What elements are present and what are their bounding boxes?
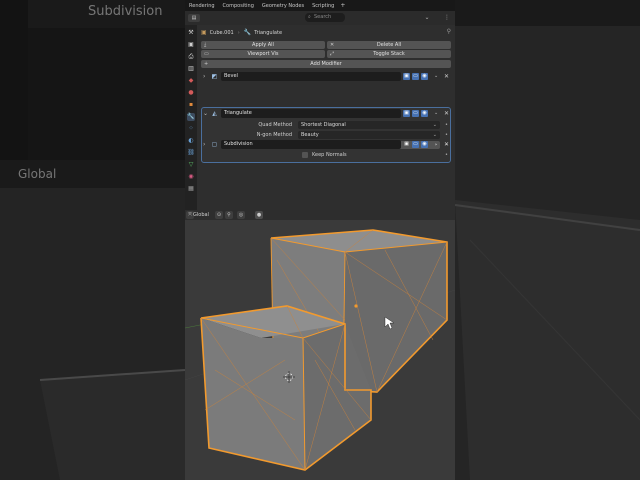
remove-modifier-icon[interactable]: ✕ <box>444 109 449 118</box>
world-tab-icon[interactable]: ● <box>187 89 195 97</box>
mesh-view <box>185 229 455 471</box>
pin-icon[interactable]: ⚲ <box>447 28 451 35</box>
edit-mode-toggle-icon[interactable]: ▣ <box>403 110 410 117</box>
triangulate-icon: ◭ <box>212 110 217 117</box>
modifier-name-field[interactable]: Bevel <box>221 72 401 81</box>
search-placeholder: Search <box>314 14 332 20</box>
modifier-subdivision[interactable]: › ▢ Subdivision ▣ ▭ ◉ ⌄ ✕ <box>201 140 451 149</box>
quad-method-label: Quad Method <box>258 122 292 128</box>
texture-tab-icon[interactable]: ▦ <box>187 185 195 193</box>
active-modifier-name: Triangulate <box>254 29 283 36</box>
close-icon: ✕ <box>330 42 335 48</box>
viewport-header: ⤧ Global ⊙ ⚲ ◎ ● <box>185 210 455 220</box>
modifier-properties-panel: ▣ Cube.001 › 🔧 Triangulate ⚲ ⤓ Apply All… <box>197 25 455 210</box>
subdivision-icon: ▢ <box>211 141 218 148</box>
options-icon[interactable]: ⌄ <box>423 14 431 22</box>
proportional-edit-icon[interactable]: ◎ <box>237 211 245 219</box>
blender-window: Rendering Compositing Geometry Nodes Scr… <box>185 0 455 480</box>
cube-icon: ▣ <box>201 29 207 36</box>
tab-compositing[interactable]: Compositing <box>219 3 258 9</box>
viewport-vis-button[interactable]: ▭ Viewport Vis <box>201 50 325 58</box>
snap-icon[interactable]: ⚲ <box>225 211 233 219</box>
pivot-icon[interactable]: ⊙ <box>215 211 223 219</box>
view-layer-tab-icon[interactable]: ▥ <box>187 65 195 73</box>
add-workspace-button[interactable]: + <box>338 2 347 9</box>
workspace-tabs: Rendering Compositing Geometry Nodes Scr… <box>185 0 455 11</box>
editor-type-button[interactable]: ▤ <box>188 14 200 22</box>
keep-normals-label: Keep Normals <box>312 152 347 158</box>
scene-tab-icon[interactable]: ◆ <box>187 77 195 85</box>
modifier-tab-icon[interactable]: 🔧 <box>187 113 195 121</box>
quad-method-dropdown[interactable]: Shortest Diagonal ⌄ <box>298 121 440 129</box>
3d-viewport[interactable]: ⤧ Global ⊙ ⚲ ◎ ● <box>185 210 455 480</box>
viewport-toggle-icon[interactable]: ▭ <box>412 141 419 148</box>
keyframe-dot-icon[interactable]: • <box>445 152 448 158</box>
ngon-method-dropdown[interactable]: Beauty ⌄ <box>298 131 440 139</box>
viewport-toggle-icon[interactable]: ▭ <box>412 110 419 117</box>
tool-tab-icon[interactable]: ⚒ <box>187 29 195 37</box>
properties-header: ▤ ⌕ Search ⌄ ⋮ <box>185 11 455 25</box>
expand-chevron-icon[interactable]: › <box>203 72 205 81</box>
edit-mode-toggle-icon[interactable]: ▣ <box>403 141 410 148</box>
plus-icon: + <box>204 61 209 67</box>
particles-tab-icon[interactable]: ⁘ <box>187 125 195 133</box>
more-icon[interactable]: ⋮ <box>443 14 451 22</box>
bevel-icon: ◩ <box>211 73 218 80</box>
apply-icon: ⤓ <box>204 42 207 48</box>
ngon-method-label: N-gon Method <box>256 132 292 138</box>
wrench-icon: 🔧 <box>243 29 252 36</box>
context-breadcrumb: ▣ Cube.001 › 🔧 Triangulate <box>201 29 283 36</box>
expand-icon: ⤢ <box>330 51 335 57</box>
object-name: Cube.001 <box>209 29 234 36</box>
search-input[interactable]: ⌕ Search <box>305 13 345 22</box>
constraints-tab-icon[interactable]: ⛓ <box>187 149 195 157</box>
tab-scripting[interactable]: Scripting <box>308 3 338 9</box>
modifier-bevel[interactable]: › ◩ Bevel ▣ ▭ ◉ ⌄ ✕ <box>201 72 451 81</box>
tab-geometry-nodes[interactable]: Geometry Nodes <box>258 3 308 9</box>
modifier-name-field[interactable]: Subdivision <box>221 140 401 149</box>
keyframe-dot-icon[interactable]: • <box>445 132 448 138</box>
viewport-toggle-icon[interactable]: ▭ <box>412 73 419 80</box>
delete-all-button[interactable]: ✕ Delete All <box>327 41 451 49</box>
expand-chevron-icon[interactable]: › <box>203 140 205 149</box>
data-tab-icon[interactable]: ▽ <box>187 161 195 169</box>
apply-all-button[interactable]: ⤓ Apply All <box>201 41 325 49</box>
output-tab-icon[interactable]: ⎙ <box>187 53 195 61</box>
chevron-down-icon: ⌄ <box>432 122 437 128</box>
keyframe-dot-icon[interactable]: • <box>445 122 448 128</box>
monitor-icon: ▭ <box>204 51 209 57</box>
modifier-menu-icon[interactable]: ⌄ <box>434 72 438 81</box>
render-toggle-icon[interactable]: ◉ <box>421 73 428 80</box>
properties-tab-strip: ⚒ ▣ ⎙ ▥ ◆ ● ▪ 🔧 ⁘ ◐ ⛓ ▽ ◉ ▦ <box>185 25 197 210</box>
collapse-chevron-icon[interactable]: ⌄ <box>203 109 208 118</box>
overlay-icon[interactable]: ● <box>255 211 263 219</box>
toggle-stack-button[interactable]: ⤢ Toggle Stack <box>327 50 451 58</box>
render-tab-icon[interactable]: ▣ <box>187 41 195 49</box>
object-origin <box>354 304 358 308</box>
modifier-name-field[interactable]: Triangulate <box>221 109 401 118</box>
render-toggle-icon[interactable]: ◉ <box>421 141 428 148</box>
remove-modifier-icon[interactable]: ✕ <box>444 72 449 81</box>
render-toggle-icon[interactable]: ◉ <box>421 110 428 117</box>
chevron-down-icon: ⌄ <box>432 132 437 138</box>
modifier-triangulate: ⌄ ◭ Triangulate ▣ ▭ ◉ ⌄ ✕ Quad Method Sh… <box>201 107 451 163</box>
remove-modifier-icon[interactable]: ✕ <box>444 140 449 149</box>
add-modifier-button[interactable]: + Add Modifier <box>201 60 451 68</box>
material-tab-icon[interactable]: ◉ <box>187 173 195 181</box>
keep-normals-checkbox[interactable] <box>302 152 308 158</box>
orientation-dropdown[interactable]: Global <box>193 211 209 219</box>
modifier-menu-icon[interactable]: ⌄ <box>434 109 438 118</box>
edit-mode-toggle-icon[interactable]: ▣ <box>403 73 410 80</box>
search-icon: ⌕ <box>308 14 311 20</box>
modifier-triangulate-header[interactable]: ⌄ ◭ Triangulate ▣ ▭ ◉ ⌄ ✕ <box>201 109 451 118</box>
modifier-menu-icon[interactable]: ⌄ <box>434 140 438 149</box>
object-tab-icon[interactable]: ▪ <box>187 101 195 109</box>
physics-tab-icon[interactable]: ◐ <box>187 137 195 145</box>
tab-rendering[interactable]: Rendering <box>185 3 219 9</box>
